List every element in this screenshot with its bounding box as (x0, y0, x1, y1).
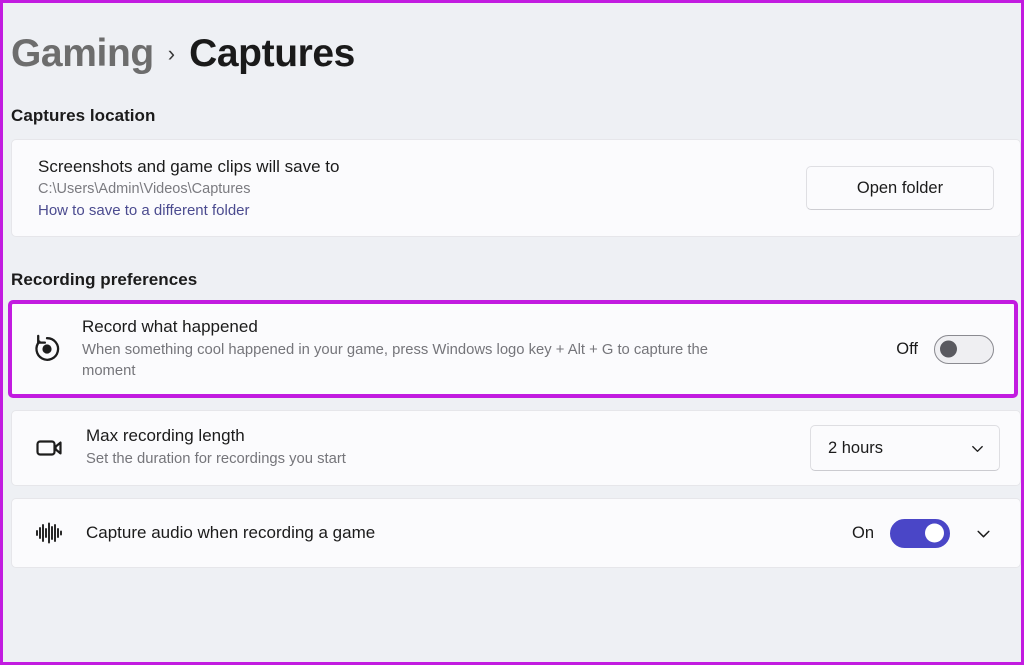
record-what-happened-control: Off (892, 334, 994, 364)
max-recording-length-dropdown[interactable]: 2 hours (810, 425, 1000, 471)
breadcrumb: Gaming › Captures (3, 3, 1021, 85)
open-folder-button[interactable]: Open folder (806, 166, 994, 210)
setting-row-capture-audio[interactable]: Capture audio when recording a game On (11, 498, 1021, 568)
toggle-knob (940, 340, 957, 358)
audio-waveform-icon (12, 516, 86, 550)
toggle-state-label: Off (896, 339, 918, 358)
captures-location-text: Screenshots and game clips will save to … (38, 156, 339, 221)
setting-row-record-what-happened[interactable]: Record what happened When something cool… (8, 300, 1018, 398)
record-what-happened-toggle[interactable] (934, 334, 994, 364)
capture-audio-text: Capture audio when recording a game (86, 522, 848, 544)
captures-location-path: C:\Users\Admin\Videos\Captures (38, 180, 251, 197)
toggle-state-label: On (851, 523, 874, 542)
video-camera-icon (12, 430, 86, 466)
setting-row-max-recording-length[interactable]: Max recording length Set the duration fo… (11, 410, 1021, 486)
setting-title: Max recording length (86, 426, 245, 446)
toggle-knob (925, 523, 944, 543)
settings-page: Gaming › Captures Captures location Scre… (0, 0, 1024, 665)
setting-description: Set the duration for recordings you star… (86, 451, 346, 468)
page-title: Captures (189, 31, 355, 75)
max-recording-length-text: Max recording length Set the duration fo… (86, 425, 810, 471)
captures-location-title: Screenshots and game clips will save to (38, 156, 340, 176)
section-heading-recording-preferences: Recording preferences (11, 270, 198, 289)
setting-description: When something cool happened in your gam… (82, 341, 708, 380)
dropdown-selected-value: 2 hours (828, 438, 884, 457)
setting-title: Record what happened (82, 316, 258, 336)
capture-audio-toggle[interactable] (890, 518, 950, 548)
max-recording-length-control: 2 hours (810, 425, 1000, 471)
chevron-down-icon (970, 441, 985, 456)
breadcrumb-parent-gaming[interactable]: Gaming (11, 34, 154, 73)
record-replay-icon (12, 331, 82, 367)
capture-audio-control: On (848, 516, 1000, 550)
breadcrumb-separator-icon: › (167, 41, 176, 66)
section-heading-captures-location: Captures location (11, 106, 156, 125)
chevron-down-icon (975, 525, 992, 542)
captures-location-card: Screenshots and game clips will save to … (11, 139, 1021, 237)
capture-audio-expand-button[interactable] (966, 516, 1000, 550)
setting-title: Capture audio when recording a game (86, 522, 376, 542)
how-to-save-different-folder-link[interactable]: How to save to a different folder (38, 201, 339, 221)
record-what-happened-text: Record what happened When something cool… (82, 316, 892, 383)
